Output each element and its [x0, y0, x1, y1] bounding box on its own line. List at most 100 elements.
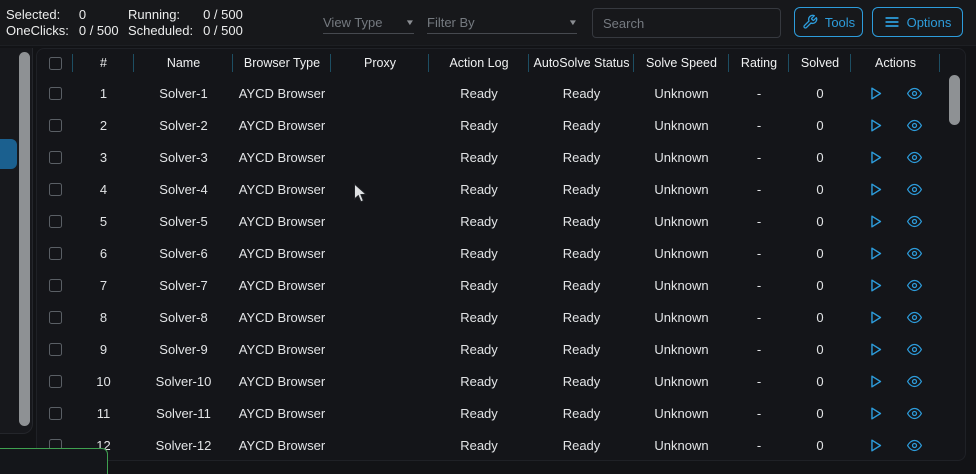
- play-icon[interactable]: [867, 85, 884, 102]
- row-solve-speed: Unknown: [654, 277, 709, 293]
- view-type-label: View Type: [323, 15, 383, 30]
- eye-icon[interactable]: [905, 86, 924, 101]
- row-checkbox[interactable]: [48, 310, 62, 324]
- eye-icon[interactable]: [905, 438, 924, 453]
- row-rating: -: [756, 309, 762, 325]
- column-header-action-log[interactable]: Action Log: [429, 49, 529, 77]
- eye-icon[interactable]: [905, 310, 924, 325]
- eye-icon[interactable]: [905, 246, 924, 261]
- column-header-name[interactable]: Name: [134, 49, 233, 77]
- row-name: Solver-4: [159, 181, 208, 197]
- stats-group-left: Selected: 0 OneClicks: 0 / 500: [6, 7, 119, 38]
- sidebar-expand-tab[interactable]: [0, 139, 17, 169]
- table-scrollbar-thumb[interactable]: [949, 75, 960, 125]
- tools-button[interactable]: Tools: [794, 7, 863, 37]
- row-action-log: Ready: [460, 117, 498, 133]
- play-icon[interactable]: [867, 181, 884, 198]
- row-checkbox[interactable]: [48, 406, 62, 420]
- row-solved: 0: [816, 149, 824, 165]
- search-input[interactable]: [592, 8, 781, 38]
- running-value: 0 / 500: [203, 7, 243, 22]
- eye-icon[interactable]: [905, 150, 924, 165]
- eye-icon[interactable]: [905, 182, 924, 197]
- table-row: 8 Solver-8 AYCD Browser Ready Ready Unknown - 0: [37, 301, 965, 333]
- column-header-proxy[interactable]: Proxy: [331, 49, 429, 77]
- filter-by-select[interactable]: Filter By ▼: [427, 12, 578, 34]
- row-action-log: Ready: [460, 213, 498, 229]
- row-solved: 0: [816, 117, 824, 133]
- column-header-number[interactable]: #: [73, 49, 134, 77]
- play-icon[interactable]: [867, 277, 884, 294]
- row-number: 9: [99, 341, 108, 357]
- row-checkbox[interactable]: [48, 278, 62, 292]
- eye-icon[interactable]: [905, 214, 924, 229]
- column-header-solved[interactable]: Solved: [789, 49, 851, 77]
- row-rating: -: [756, 85, 762, 101]
- column-header-autosolve-status[interactable]: AutoSolve Status: [529, 49, 634, 77]
- options-button[interactable]: Options: [872, 7, 963, 37]
- left-scrollbar-thumb[interactable]: [19, 52, 30, 426]
- row-rating: -: [756, 437, 762, 453]
- eye-icon[interactable]: [905, 278, 924, 293]
- row-checkbox[interactable]: [48, 118, 62, 132]
- row-checkbox[interactable]: [48, 374, 62, 388]
- row-checkbox[interactable]: [48, 182, 62, 196]
- column-header-browser-type[interactable]: Browser Type: [233, 49, 331, 77]
- solver-table-panel: # Name Browser Type Proxy Action Log Aut…: [36, 48, 966, 461]
- row-action-log: Ready: [460, 149, 498, 165]
- row-solve-speed: Unknown: [654, 341, 709, 357]
- view-type-select[interactable]: View Type ▼: [323, 12, 416, 34]
- row-rating: -: [756, 149, 762, 165]
- table-row: 9 Solver-9 AYCD Browser Ready Ready Unknown - 0: [37, 333, 965, 365]
- row-autosolve-status: Ready: [562, 181, 601, 197]
- row-autosolve-status: Ready: [562, 373, 601, 389]
- row-number: 10: [96, 373, 111, 389]
- table-body: 1 Solver-1 AYCD Browser Ready Ready Unknown - 0…: [37, 77, 965, 460]
- eye-icon[interactable]: [905, 118, 924, 133]
- row-solved: 0: [816, 405, 824, 421]
- eye-icon[interactable]: [905, 342, 924, 357]
- play-icon[interactable]: [867, 149, 884, 166]
- scheduled-label: Scheduled:: [128, 23, 194, 38]
- play-icon[interactable]: [867, 213, 884, 230]
- row-checkbox[interactable]: [48, 214, 62, 228]
- oneclicks-label: OneClicks:: [6, 23, 69, 38]
- select-all-checkbox[interactable]: [48, 56, 62, 70]
- row-action-log: Ready: [460, 437, 498, 453]
- eye-icon[interactable]: [905, 374, 924, 389]
- row-solved: 0: [816, 277, 824, 293]
- row-checkbox[interactable]: [48, 246, 62, 260]
- chevron-down-icon: ▼: [404, 18, 416, 27]
- play-icon[interactable]: [867, 245, 884, 262]
- row-checkbox[interactable]: [48, 86, 62, 100]
- row-rating: -: [756, 181, 762, 197]
- row-solved: 0: [816, 373, 824, 389]
- row-solved: 0: [816, 437, 824, 453]
- play-icon[interactable]: [867, 309, 884, 326]
- row-solved: 0: [816, 341, 824, 357]
- row-action-log: Ready: [460, 277, 498, 293]
- play-icon[interactable]: [867, 437, 884, 454]
- row-browser-type: AYCD Browser: [238, 277, 326, 293]
- column-header-actions[interactable]: Actions: [851, 49, 940, 77]
- row-checkbox[interactable]: [48, 342, 62, 356]
- wrench-icon: [802, 14, 818, 30]
- play-icon[interactable]: [867, 373, 884, 390]
- row-browser-type: AYCD Browser: [238, 181, 326, 197]
- row-name: Solver-5: [159, 213, 208, 229]
- column-header-rating[interactable]: Rating: [729, 49, 789, 77]
- row-number: 2: [99, 117, 108, 133]
- table-row: 5 Solver-5 AYCD Browser Ready Ready Unknown - 0: [37, 205, 965, 237]
- row-number: 6: [99, 245, 108, 261]
- row-autosolve-status: Ready: [562, 149, 601, 165]
- row-name: Solver-1: [159, 85, 208, 101]
- column-header-solve-speed[interactable]: Solve Speed: [634, 49, 729, 77]
- play-icon[interactable]: [867, 405, 884, 422]
- play-icon[interactable]: [867, 341, 884, 358]
- table-row: 6 Solver-6 AYCD Browser Ready Ready Unknown - 0: [37, 237, 965, 269]
- row-name: Solver-2: [159, 117, 208, 133]
- row-rating: -: [756, 245, 762, 261]
- play-icon[interactable]: [867, 117, 884, 134]
- row-checkbox[interactable]: [48, 150, 62, 164]
- eye-icon[interactable]: [905, 406, 924, 421]
